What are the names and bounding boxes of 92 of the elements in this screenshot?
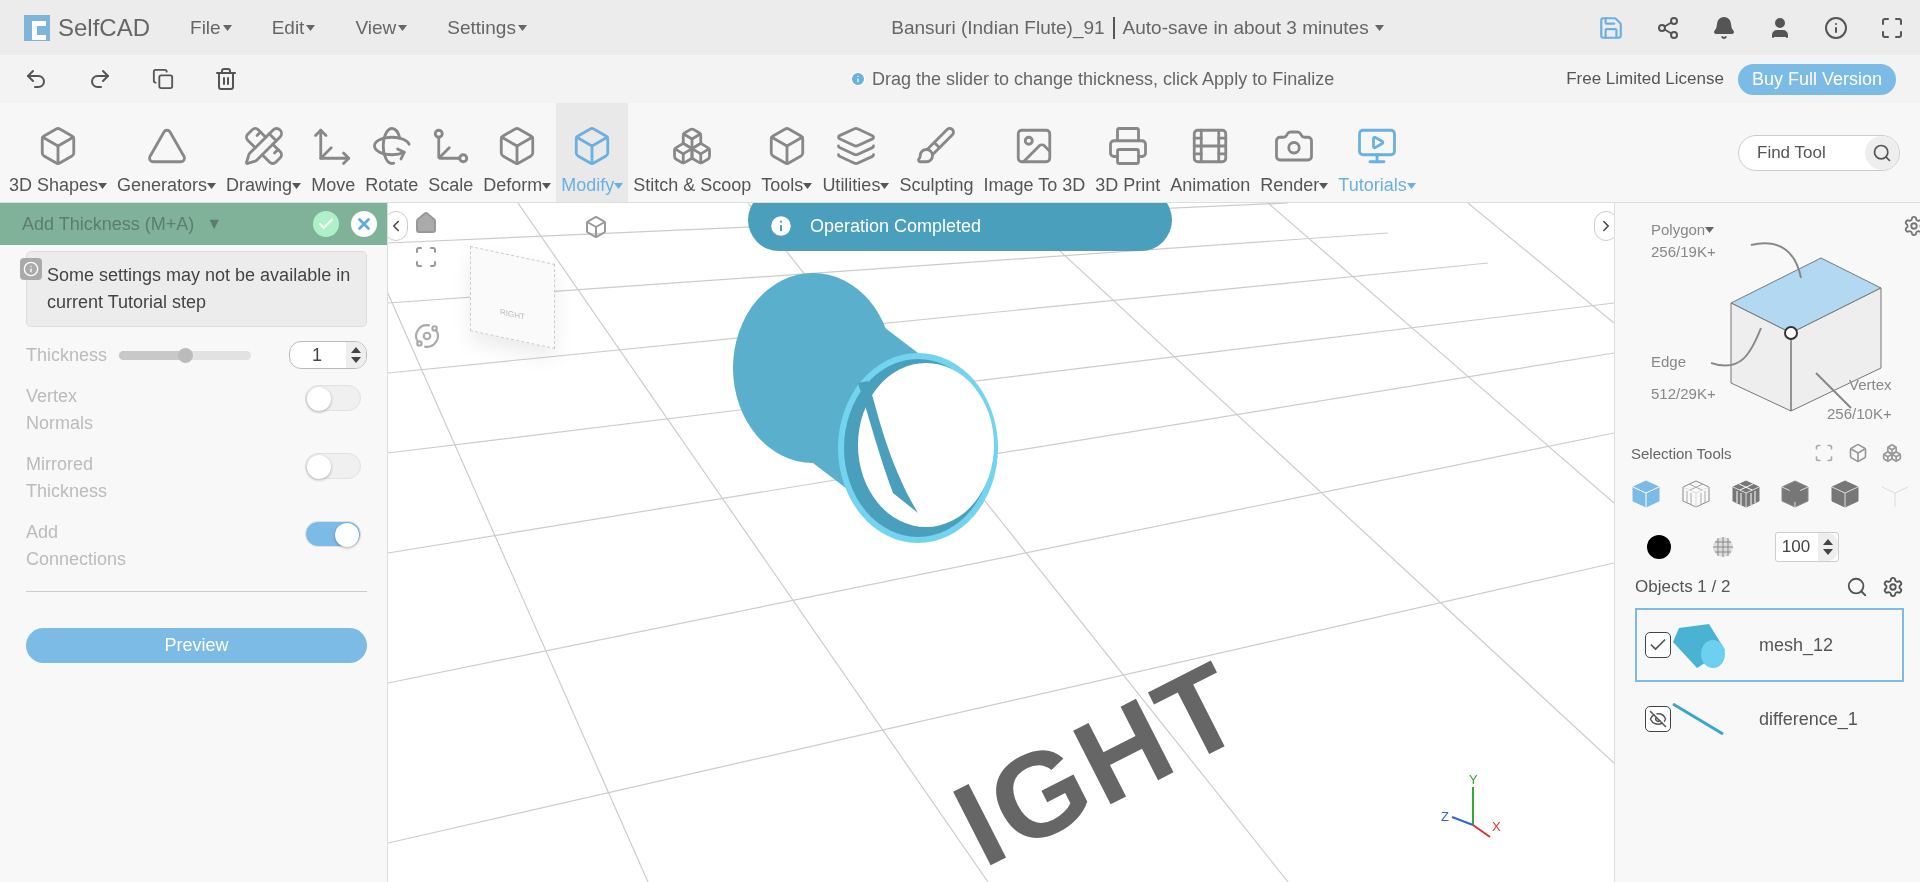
- toggle-label: Add Connections: [26, 521, 128, 571]
- info-icon: [768, 213, 794, 239]
- thickness-slider[interactable]: [119, 350, 252, 360]
- orbit-icon[interactable]: [414, 323, 440, 349]
- tool-button[interactable]: Generators: [112, 103, 222, 202]
- redo-icon[interactable]: [88, 67, 112, 91]
- apply-button[interactable]: [313, 211, 339, 237]
- printer-icon: [1106, 125, 1149, 167]
- menu-item[interactable]: View: [355, 16, 408, 39]
- collapse-left-button[interactable]: [388, 211, 408, 241]
- toast-text: Operation Completed: [810, 215, 982, 237]
- hidden-toggle[interactable]: [1645, 706, 1671, 732]
- menu-item[interactable]: File: [190, 16, 232, 39]
- document-title: Bansuri (Indian Flute)_91: [891, 16, 1115, 39]
- fullscreen-icon[interactable]: [1880, 15, 1904, 40]
- tool-button[interactable]: 3D Shapes: [4, 103, 113, 202]
- toggle-switch[interactable]: [305, 521, 361, 547]
- rotate-icon: [370, 125, 413, 167]
- info-icon[interactable]: [1824, 15, 1848, 40]
- box-select-icon[interactable]: [1814, 443, 1834, 463]
- color-swatch[interactable]: [1647, 535, 1671, 559]
- menu-item[interactable]: Settings: [447, 16, 527, 39]
- settings-icon[interactable]: [1882, 576, 1904, 598]
- toggle-label: Mirrored Thickness: [26, 453, 109, 503]
- tool-button[interactable]: Render: [1255, 103, 1334, 202]
- object-row[interactable]: mesh_12: [1635, 608, 1904, 682]
- tool-button[interactable]: Scale: [423, 103, 479, 202]
- boxes-icon: [671, 125, 714, 167]
- object-name: mesh_12: [1759, 634, 1834, 656]
- copy-icon[interactable]: [152, 68, 174, 90]
- tool-button[interactable]: 3D Print: [1090, 103, 1166, 202]
- caret-icon: [1374, 24, 1384, 31]
- perspective-cube-icon[interactable]: [584, 215, 608, 239]
- cube-icon[interactable]: [1848, 443, 1868, 463]
- info-icon: [20, 258, 42, 280]
- tool-button[interactable]: Move: [306, 103, 361, 202]
- caret-icon: [222, 24, 232, 31]
- boxes-icon[interactable]: [1882, 443, 1902, 463]
- tool-button[interactable]: Stitch & Scoop: [628, 103, 757, 202]
- close-icon: [355, 215, 373, 233]
- vertex-count: 256/10K+: [1827, 405, 1892, 422]
- license-text: Free Limited License: [1566, 69, 1724, 89]
- polygon-count: 256/19K+: [1651, 243, 1716, 260]
- tool-button[interactable]: Deform: [478, 103, 557, 202]
- bell-icon[interactable]: [1712, 15, 1736, 40]
- edge-label: Edge: [1651, 353, 1687, 370]
- search-icon[interactable]: [1846, 576, 1868, 598]
- sphere-icon[interactable]: [1711, 535, 1735, 559]
- edge-count: 512/29K+: [1651, 385, 1716, 402]
- search-icon: [1872, 142, 1892, 163]
- note-text: Some settings may not be available in current Tutorial step: [47, 264, 352, 314]
- collapse-right-button[interactable]: [1594, 211, 1614, 241]
- info-icon: [849, 71, 866, 87]
- tool-button[interactable]: Utilities: [817, 103, 895, 202]
- cancel-button[interactable]: [351, 211, 377, 237]
- fit-view-icon[interactable]: [414, 245, 438, 269]
- spinner-icon[interactable]: [351, 347, 361, 363]
- tool-button[interactable]: Animation: [1165, 103, 1256, 202]
- tool-button[interactable]: Sculpting: [894, 103, 979, 202]
- share-icon[interactable]: [1656, 15, 1680, 40]
- axis-gizmo: Y Z X: [1438, 773, 1508, 843]
- slider-thumb[interactable]: [178, 347, 194, 363]
- menu-item[interactable]: Edit: [271, 16, 316, 39]
- caret-icon: [517, 24, 527, 31]
- toggle-label: Vertex Normals: [26, 385, 94, 435]
- caret-icon: [306, 24, 316, 31]
- toggle-switch[interactable]: [305, 385, 361, 411]
- tool-button[interactable]: Image To 3D: [978, 103, 1091, 202]
- eye-off-icon: [1649, 710, 1667, 728]
- trash-icon[interactable]: [214, 67, 238, 91]
- autosave-dropdown[interactable]: Auto-save in about 3 minutes: [1114, 16, 1384, 39]
- vertex-label: Vertex: [1849, 376, 1892, 393]
- toggle-switch[interactable]: [305, 453, 361, 479]
- spinner-icon[interactable]: [1823, 539, 1833, 555]
- tool-button[interactable]: Rotate: [360, 103, 424, 202]
- thickness-label: Thickness: [26, 343, 108, 367]
- tool-button[interactable]: Tools: [756, 103, 818, 202]
- settings-icon[interactable]: [1903, 215, 1920, 237]
- undo-icon[interactable]: [24, 67, 48, 91]
- pencil-ruler-icon: [242, 125, 285, 167]
- hint-text: Drag the slider to change thickness, click Apply to Finalize: [871, 68, 1335, 90]
- home-icon[interactable]: [414, 211, 438, 235]
- selection-tools-title: Selection Tools: [1631, 444, 1732, 462]
- object-row[interactable]: difference_1: [1635, 682, 1904, 756]
- caret-icon: [1705, 226, 1715, 233]
- layers-icon: [834, 125, 877, 167]
- logo-text: SelfCAD: [58, 13, 151, 42]
- caret-icon: [398, 24, 408, 31]
- checkbox[interactable]: [1645, 632, 1671, 658]
- objects-title: Objects 1 / 2: [1635, 577, 1731, 597]
- object-name: difference_1: [1759, 708, 1858, 730]
- tool-button[interactable]: Drawing: [221, 103, 307, 202]
